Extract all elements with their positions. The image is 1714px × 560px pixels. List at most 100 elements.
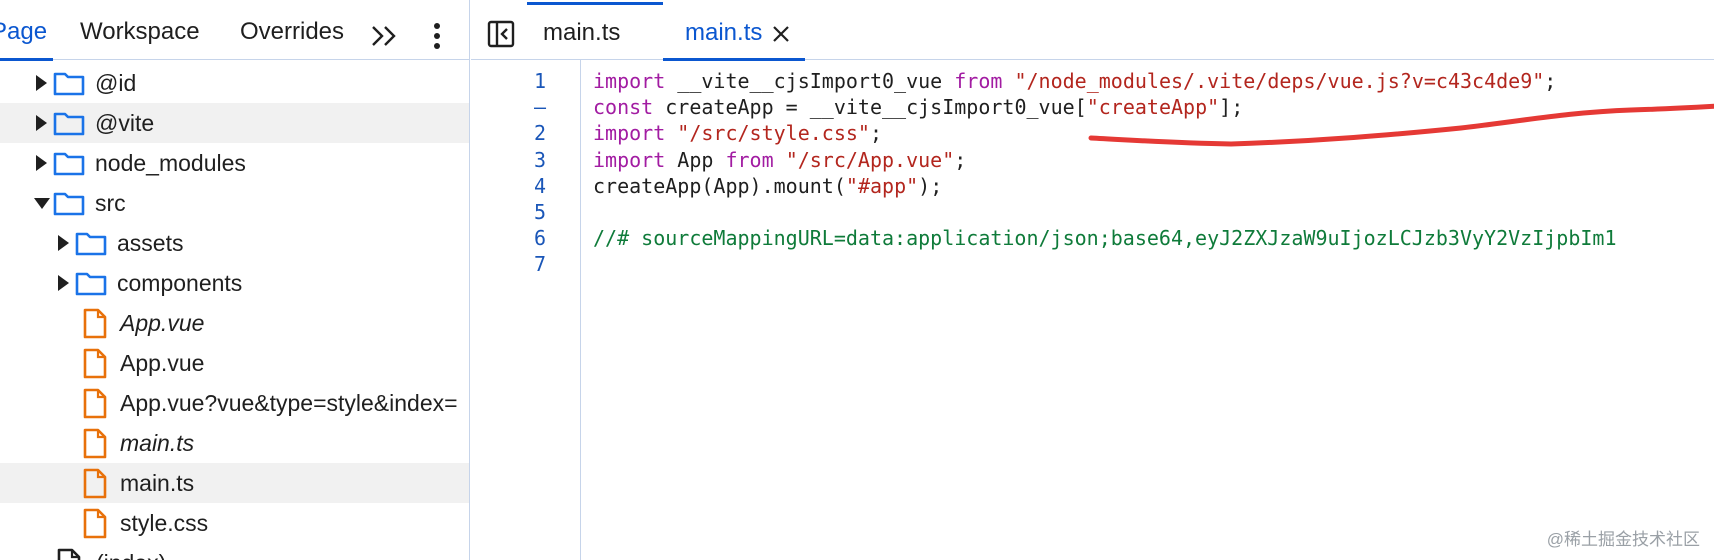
tree-item-label: assets [117,230,184,256]
sidebar-toggle-icon[interactable] [487,20,515,48]
tree-item-label: style.css [120,510,209,536]
tree-item-label: @id [95,70,137,96]
code-token: App [713,173,750,198]
file-icon [83,468,107,499]
document-icon [57,548,81,560]
code-token: from [954,69,1003,93]
tree-item-file[interactable]: App.vue [0,303,469,343]
caret-right-icon[interactable] [36,75,47,91]
watermark: @稀土掘金技术社区 [1546,530,1700,549]
tree-item-label: App.vue?vue&type=style&index= [120,390,458,416]
tree-item-folder[interactable]: components [0,263,469,303]
tab-workspace[interactable]: Workspace [80,12,200,60]
tree-item-label: (index) [96,543,166,560]
kebab-menu-icon[interactable] [427,20,447,52]
close-icon[interactable] [772,25,790,43]
tree-item-folder[interactable]: assets [0,223,469,263]
tab-page-underline [0,58,53,61]
code-token: mount [773,173,834,198]
editor-tabbar: main.ts main.ts [471,2,1714,61]
tree-item-file[interactable]: main.ts [0,423,469,463]
folder-icon [53,72,85,96]
code-token: import [593,69,666,93]
tree-item-document[interactable]: (index) [0,543,469,560]
tab-page-label: Page [0,18,48,45]
tree-item-label: main.ts [120,430,195,456]
double-chevron-icon[interactable] [368,20,402,52]
tab-overrides[interactable]: Overrides [240,12,344,60]
code-token: import [593,147,666,172]
tree-item-folder[interactable]: @id [0,63,469,103]
tree-item-folder[interactable]: node_modules [0,143,469,183]
file-icon [83,308,107,339]
caret-right-icon[interactable] [58,235,69,251]
tree-item-label: App.vue [120,310,205,336]
caret-down-icon[interactable] [34,198,50,209]
caret-right-icon[interactable] [58,275,69,291]
tree-item-file[interactable]: style.css [0,503,469,543]
code-token: ; [954,147,967,172]
tree-item-folder[interactable]: @vite [0,103,469,143]
editor-tab-active-underline [663,58,805,61]
tree-item-file[interactable]: main.ts [0,463,469,503]
line-number: 2 [533,121,546,146]
code-line: import "/src/style.css"; [593,120,882,146]
tree-item-label: node_modules [95,150,246,176]
code-token: ). [749,173,774,198]
tree-item-folder[interactable]: src [0,183,469,223]
caret-right-icon[interactable] [36,115,47,131]
code-token: //# sourceMappingURL=data:application/js… [593,226,1617,251]
editor-tab-main-ts-active[interactable]: main.ts [663,6,805,61]
code-token: from [725,147,774,172]
tree-item-file[interactable]: App.vue?vue&type=style&index= [0,383,469,423]
code-token: ]; [1219,95,1244,120]
line-number: 1 [533,69,546,93]
folder-icon [53,192,85,216]
code-token: App [677,147,714,172]
code-token: createApp [593,173,702,198]
folder-icon [75,232,107,256]
code-token: = [773,95,810,120]
code-line: const createApp = __vite__cjsImport0_vue… [593,94,1243,120]
code-token: "/src/App.vue" [785,147,955,172]
line-number: 3 [533,147,546,172]
tree-item-file[interactable]: App.vue [0,343,469,383]
code-token: "createApp" [1086,95,1220,120]
file-icon [83,348,107,379]
tree-item-label: components [117,270,243,296]
navigator-tabbar: Page Workspace Overrides [0,6,469,61]
code-token: __vite__cjsImport0_vue [809,95,1075,120]
folder-icon [75,272,107,296]
code-token: ); [918,173,943,198]
code-token: import [593,121,666,146]
line-number: 5 [533,200,546,224]
line-number-gutter: 1–2 3 4 5 6 7 [471,60,581,560]
code-token: "/node_modules/.vite/deps/vue.js?v=c43c4… [1014,69,1545,93]
tree-item-label: src [95,190,126,216]
code-line: createApp(App).mount("#app"); [593,173,942,199]
folder-icon [53,152,85,176]
code-line: import __vite__cjsImport0_vue from "/nod… [593,68,1556,94]
code-token: __vite__cjsImport0_vue [677,69,943,93]
line-number: 6 [533,226,546,251]
code-token: [ [1074,95,1087,120]
tab-workspace-label: Workspace [80,18,200,45]
code-token: ; [869,121,882,146]
code-token: ( [701,173,714,198]
source-editor: main.ts main.ts 1–2 3 4 5 6 7 import __vite__… [471,0,1714,560]
tab-page[interactable]: Page [0,12,53,61]
editor-tab-main-ts[interactable]: main.ts [527,2,663,60]
editor-tab-active-label: main.ts [685,19,763,46]
editor-tab-topline [527,2,663,5]
line-number: 4 [533,173,546,198]
caret-right-icon[interactable] [36,155,47,171]
file-icon [83,388,107,419]
